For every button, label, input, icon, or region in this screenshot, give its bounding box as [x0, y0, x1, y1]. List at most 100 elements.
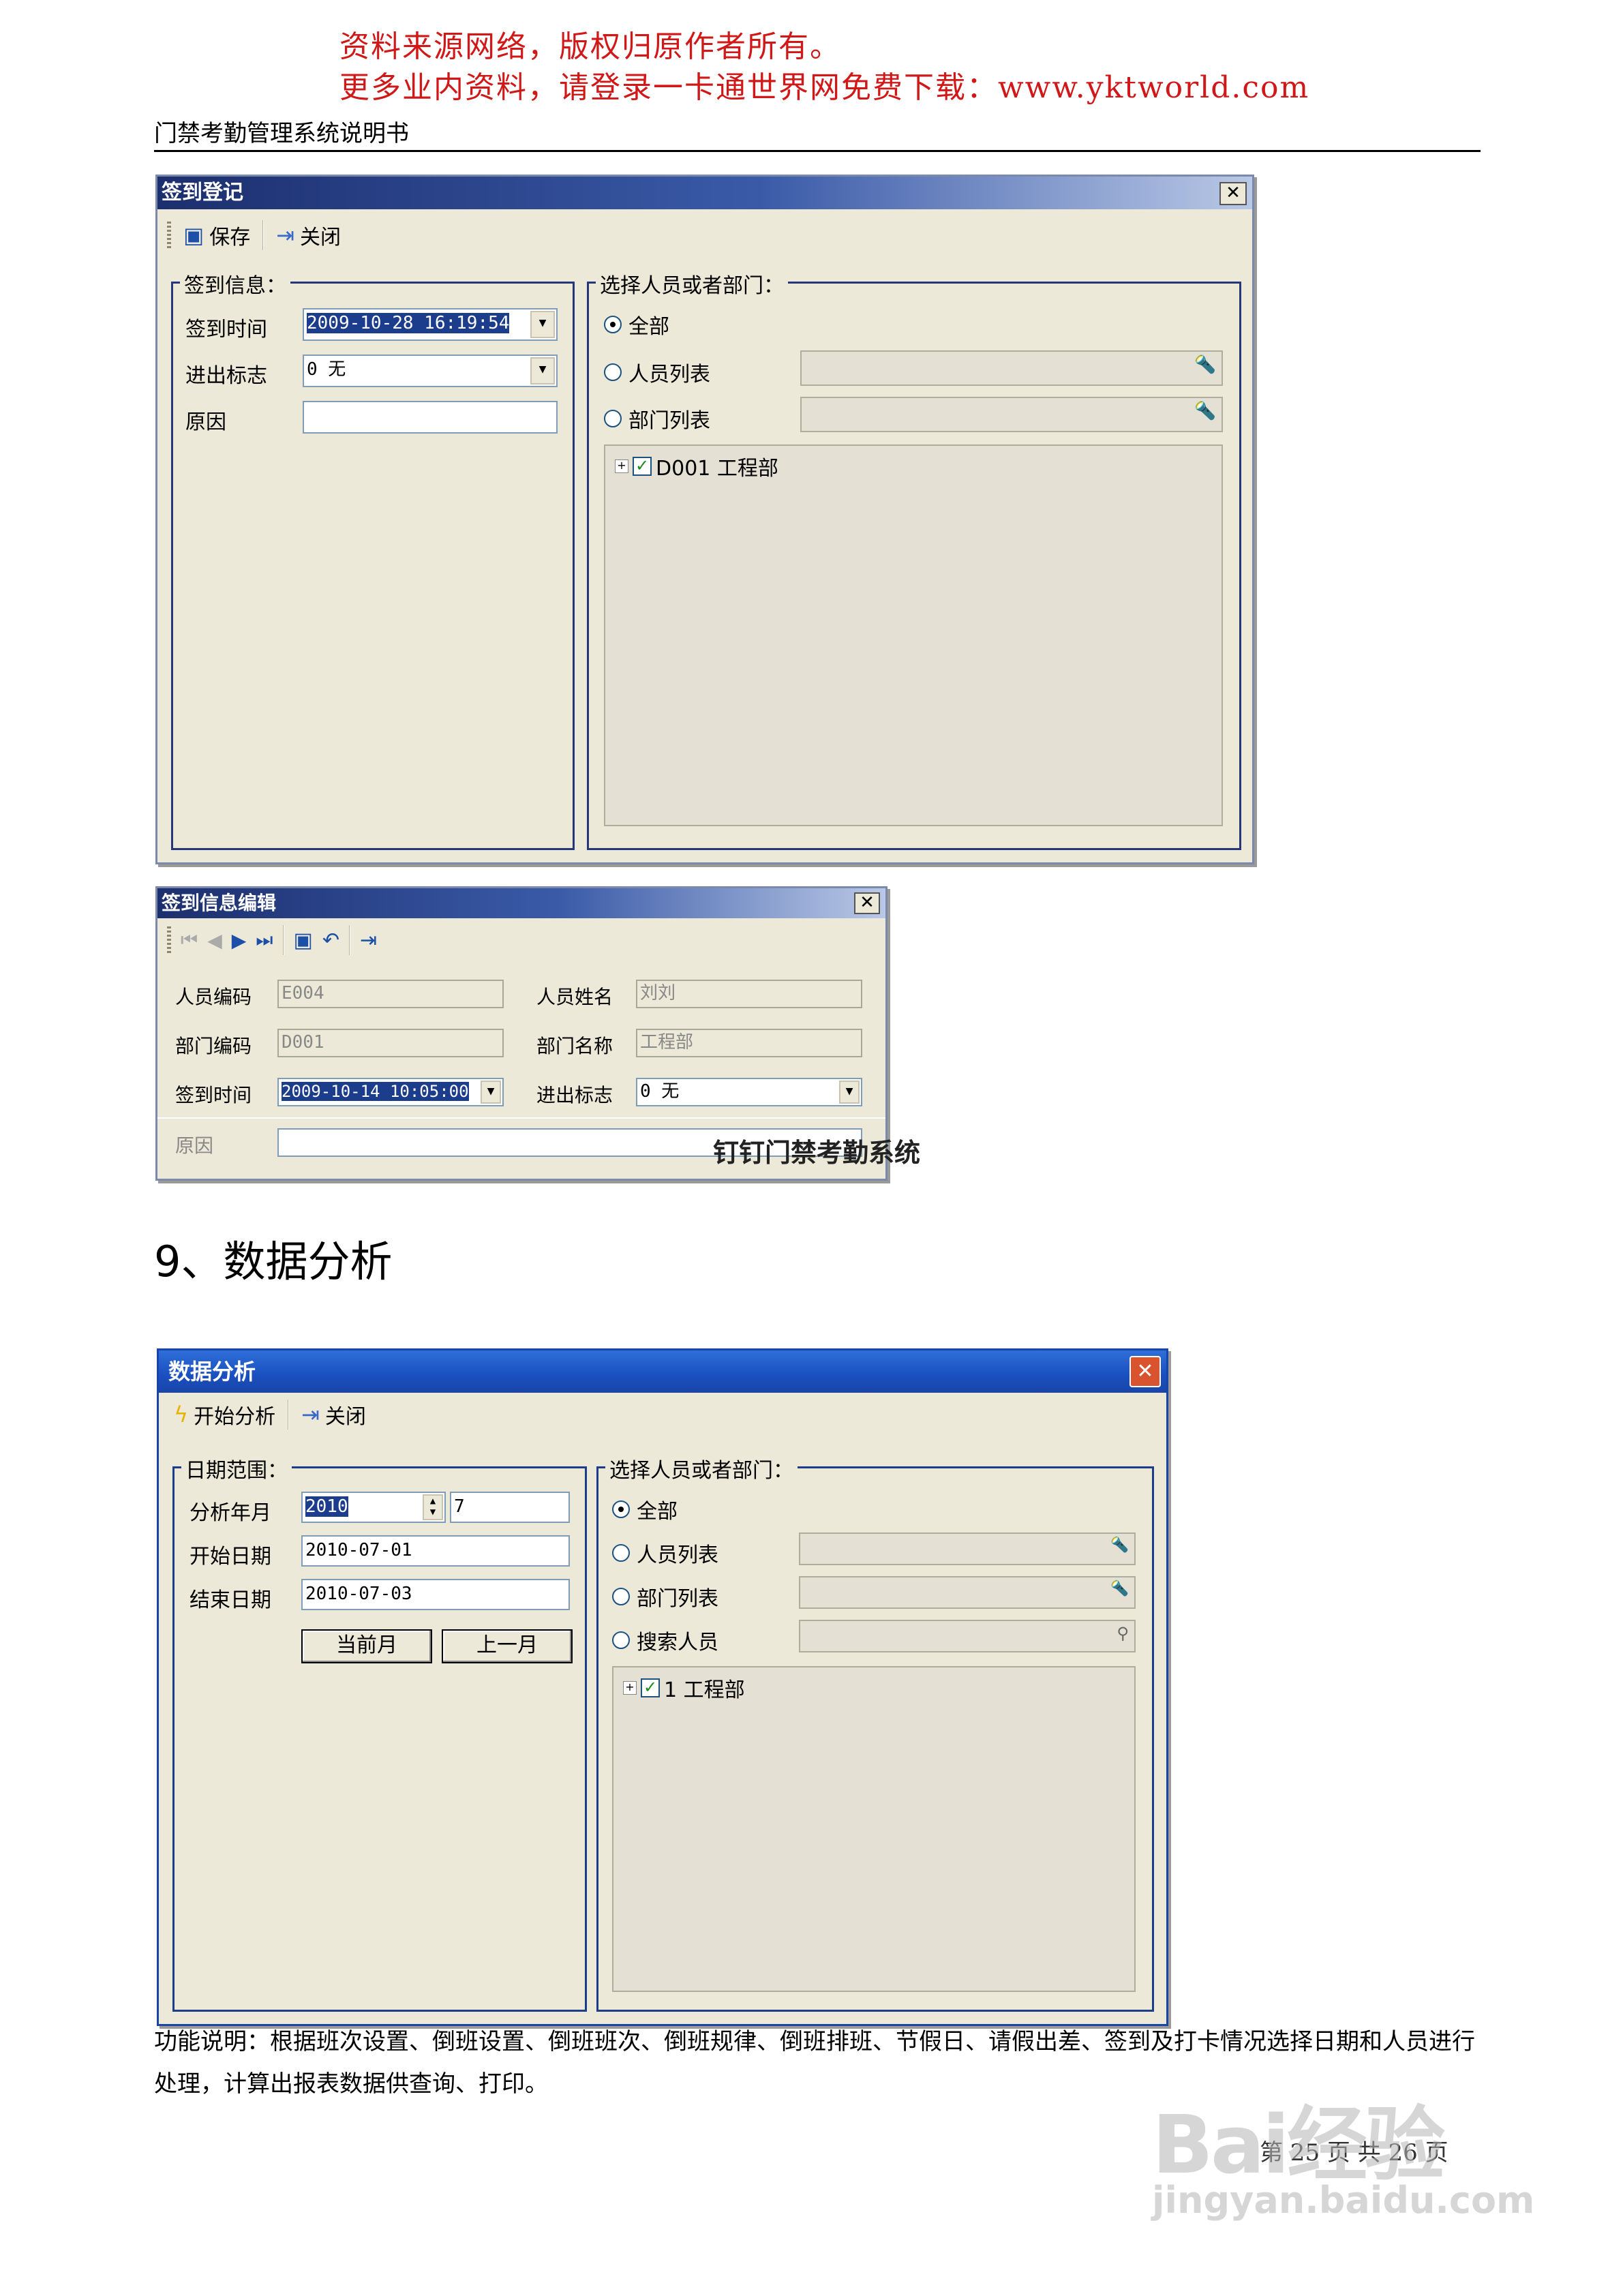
radio-dept-label: 部门列表 — [628, 409, 710, 433]
spinner-icon[interactable]: ▲ ▼ — [423, 1494, 443, 1520]
checkin-time-label: 签到时间 — [185, 318, 267, 342]
radio-icon — [612, 1631, 630, 1649]
section-heading: 9、数据分析 — [154, 1237, 393, 1286]
flashlight-icon[interactable]: 🔦 — [1194, 354, 1216, 375]
save-button[interactable]: ▣ 保存 — [178, 220, 256, 250]
checkin-time-field[interactable]: 2009-10-28 16:19:54 ▼ — [303, 308, 558, 341]
radio-all[interactable]: 全部 — [612, 1494, 678, 1524]
radio-people[interactable]: 人员列表 — [604, 357, 710, 387]
binoculars-icon[interactable]: ⚲ — [1117, 1624, 1129, 1643]
flashlight-icon[interactable]: 🔦 — [1110, 1537, 1129, 1554]
toolbar-grip — [167, 222, 171, 249]
radio-search[interactable]: 搜索人员 — [612, 1625, 718, 1655]
tree-node[interactable]: + ✓ D001 工程部 — [615, 451, 778, 481]
people-picker[interactable]: 🔦 — [800, 350, 1223, 386]
checkbox-checked-icon[interactable]: ✓ — [633, 457, 652, 476]
toolbar-separator — [288, 1400, 290, 1430]
radio-dept[interactable]: 部门列表 — [612, 1582, 718, 1612]
exit-door-icon: ⇥ — [276, 222, 295, 248]
start-analysis-button[interactable]: ϟ 开始分析 — [168, 1400, 281, 1430]
toolbar-separator — [349, 925, 350, 955]
chevron-down-icon[interactable]: ▼ — [530, 311, 555, 338]
radio-selected-icon — [604, 316, 622, 333]
prev-record-icon[interactable]: ◀ — [207, 929, 222, 952]
next-record-icon[interactable]: ▶ — [232, 929, 247, 952]
radio-icon — [604, 363, 622, 381]
chevron-down-icon[interactable]: ▼ — [481, 1081, 501, 1104]
analysis-toolbar: ϟ 开始分析 ⇥ 关闭 — [159, 1395, 1166, 1434]
people-picker[interactable]: 🔦 — [799, 1532, 1136, 1565]
prev-month-button[interactable]: 上一月 — [442, 1629, 573, 1663]
analysis-select-group: 选择人员或者部门： 全部 人员列表 🔦 部门列表 🔦 搜索人员 ⚲ + ✓ 1 … — [596, 1453, 1154, 2012]
source-notice-line2: 更多业内资料，请登录一卡通世界网免费下载：www.yktworld.com — [339, 70, 1310, 105]
flag-select[interactable]: 0 无 ▼ — [303, 354, 558, 387]
close-icon[interactable]: ✕ — [1129, 1356, 1161, 1387]
stamp-text: 钉钉门禁考勤系统 — [713, 1138, 921, 1168]
emp-code-label: 人员编码 — [175, 986, 252, 1008]
checkin-toolbar: ▣ 保存 ⇥ 关闭 — [157, 215, 1252, 256]
flashlight-icon[interactable]: 🔦 — [1194, 401, 1216, 421]
dept-tree[interactable]: + ✓ D001 工程部 — [604, 444, 1223, 826]
toolbar-separator — [282, 925, 284, 955]
dept-tree[interactable]: + ✓ 1 工程部 — [612, 1666, 1136, 1992]
close-button[interactable]: ⇥ 关闭 — [271, 220, 346, 250]
checkin-window: 签到登记 ✕ ▣ 保存 ⇥ 关闭 签到信息： 签到时间 2009-10-28 1… — [155, 175, 1254, 864]
radio-all[interactable]: 全部 — [604, 309, 669, 339]
radio-icon — [604, 410, 622, 427]
radio-dept[interactable]: 部门列表 — [604, 404, 710, 434]
year-value: 2010 — [305, 1496, 348, 1517]
dept-picker[interactable]: 🔦 — [799, 1576, 1136, 1609]
radio-all-label: 全部 — [637, 1500, 678, 1524]
close-button-label: 关闭 — [300, 226, 342, 250]
last-record-icon[interactable]: ⏭ — [256, 928, 273, 952]
tree-node-label: 1 工程部 — [664, 1678, 745, 1702]
end-date-label: 结束日期 — [189, 1588, 271, 1612]
radio-people[interactable]: 人员列表 — [612, 1538, 718, 1568]
chevron-down-icon[interactable]: ▼ — [530, 357, 555, 384]
reason-input[interactable] — [303, 401, 558, 434]
close-icon[interactable]: ✕ — [1219, 182, 1247, 205]
checkin-window-title: 签到登记 — [157, 177, 1252, 209]
close-button-label: 关闭 — [324, 1405, 366, 1429]
edit-time-label: 签到时间 — [175, 1084, 252, 1106]
edit-time-field[interactable]: 2009-10-14 10:05:00 ▼ — [277, 1078, 504, 1106]
checkin-info-group: 签到信息： 签到时间 2009-10-28 16:19:54 ▼ 进出标志 0 … — [171, 269, 575, 850]
toolbar-separator — [262, 220, 264, 250]
month-input[interactable]: 7 — [450, 1492, 570, 1523]
exit-door-icon[interactable]: ⇥ — [360, 928, 377, 952]
doc-header: 门禁考勤管理系统说明书 — [154, 120, 409, 147]
dept-code-label: 部门编码 — [175, 1035, 252, 1057]
radio-people-label: 人员列表 — [637, 1543, 718, 1567]
expand-icon[interactable]: + — [623, 1681, 637, 1695]
tree-node[interactable]: + ✓ 1 工程部 — [623, 1673, 745, 1703]
radio-icon — [612, 1544, 630, 1562]
edit-flag-select[interactable]: 0 无 ▼ — [636, 1078, 862, 1106]
first-record-icon[interactable]: ⏮ — [181, 928, 198, 952]
expand-icon[interactable]: + — [615, 459, 628, 473]
lightning-icon: ϟ — [174, 1402, 189, 1428]
dept-picker[interactable]: 🔦 — [800, 397, 1223, 432]
start-date-input[interactable]: 2010-07-01 — [301, 1535, 570, 1567]
end-date-input[interactable]: 2010-07-03 — [301, 1579, 570, 1610]
search-picker[interactable]: ⚲ — [799, 1620, 1136, 1652]
chevron-down-icon[interactable]: ▼ — [839, 1081, 860, 1104]
edit-flag-label: 进出标志 — [536, 1084, 613, 1106]
analysis-month-label: 分析年月 — [189, 1501, 271, 1525]
start-date-label: 开始日期 — [189, 1545, 271, 1569]
emp-name-label: 人员姓名 — [536, 986, 613, 1008]
undo-icon[interactable]: ↶ — [322, 928, 339, 952]
checkbox-checked-icon[interactable]: ✓ — [641, 1678, 660, 1697]
reason-label: 原因 — [185, 410, 226, 434]
analysis-window-title: 数据分析 — [159, 1350, 1166, 1393]
year-spinner[interactable]: 2010 ▲ ▼ — [301, 1492, 446, 1523]
flashlight-icon[interactable]: 🔦 — [1110, 1580, 1129, 1597]
close-icon[interactable]: ✕ — [854, 892, 880, 914]
date-range-group: 日期范围： 分析年月 2010 ▲ ▼ 7 开始日期 2010-07-01 结束日… — [172, 1453, 587, 2012]
save-icon[interactable]: ▣ — [294, 928, 313, 952]
edit-flag-value: 0 无 — [640, 1081, 680, 1102]
current-month-button[interactable]: 当前月 — [301, 1629, 432, 1663]
analysis-window: 数据分析 ✕ ϟ 开始分析 ⇥ 关闭 日期范围： 分析年月 2010 ▲ ▼ 7 … — [157, 1348, 1168, 2026]
close-button[interactable]: ⇥ 关闭 — [296, 1400, 371, 1430]
flag-label: 进出标志 — [185, 364, 267, 388]
emp-name-field: 刘刘 — [636, 980, 862, 1008]
